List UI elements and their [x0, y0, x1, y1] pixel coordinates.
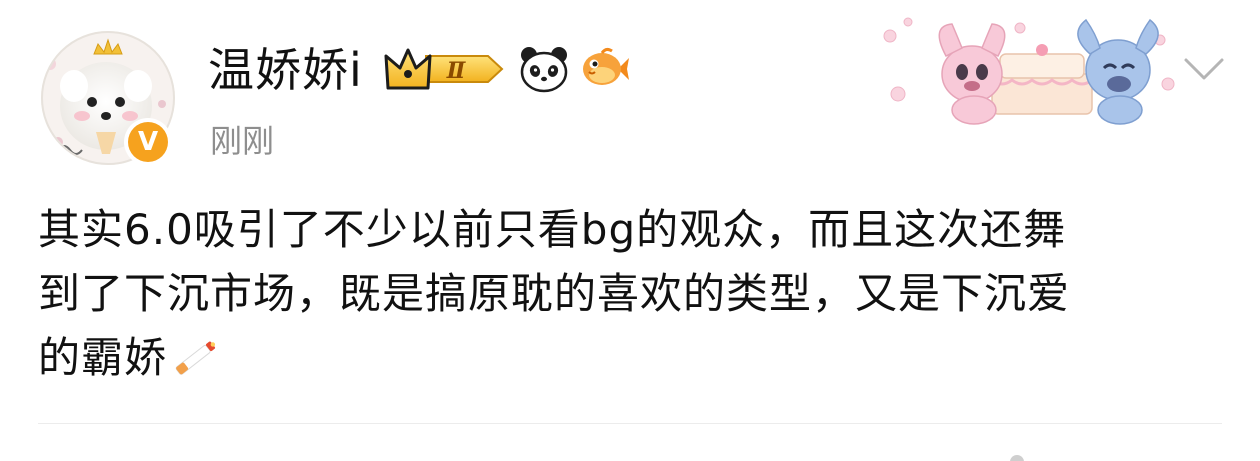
avatar[interactable]: V [38, 24, 178, 170]
user-badges: Ⅱ [384, 42, 630, 96]
post-timestamp: 刚刚 [210, 122, 275, 160]
card-decoration-image [883, 17, 1175, 125]
content-line: 的霸娇 [38, 333, 168, 382]
post-content: 其实6.0吸引了不少以前只看bg的观众，而且这次还舞 到了下沉市场，既是搞原耽的… [38, 198, 1238, 390]
level-number: Ⅱ [446, 58, 467, 84]
fish-icon[interactable] [580, 44, 630, 94]
cigarette-emoji-icon [175, 341, 216, 375]
verified-icon: V [128, 122, 168, 162]
weibo-post-card: V 温娇娇i Ⅱ 刚刚 其实6.0吸引了不少以前只看bg的观众，而且这次还舞 到… [0, 0, 1260, 461]
panda-icon[interactable] [518, 43, 570, 95]
verified-badge: V [124, 118, 172, 166]
chevron-down-icon[interactable] [1180, 52, 1228, 88]
content-line: 其实6.0吸引了不少以前只看bg的观众，而且这次还舞 [38, 205, 1067, 254]
crown-level-badge-icon[interactable]: Ⅱ [384, 42, 508, 96]
content-line-last: 的霸娇 [38, 326, 1238, 390]
username[interactable]: 温娇娇i [208, 40, 363, 100]
divider [38, 423, 1222, 424]
content-line: 到了下沉市场，既是搞原耽的喜欢的类型，又是下沉爱 [38, 269, 1071, 318]
partial-icon-dot [1010, 455, 1024, 461]
